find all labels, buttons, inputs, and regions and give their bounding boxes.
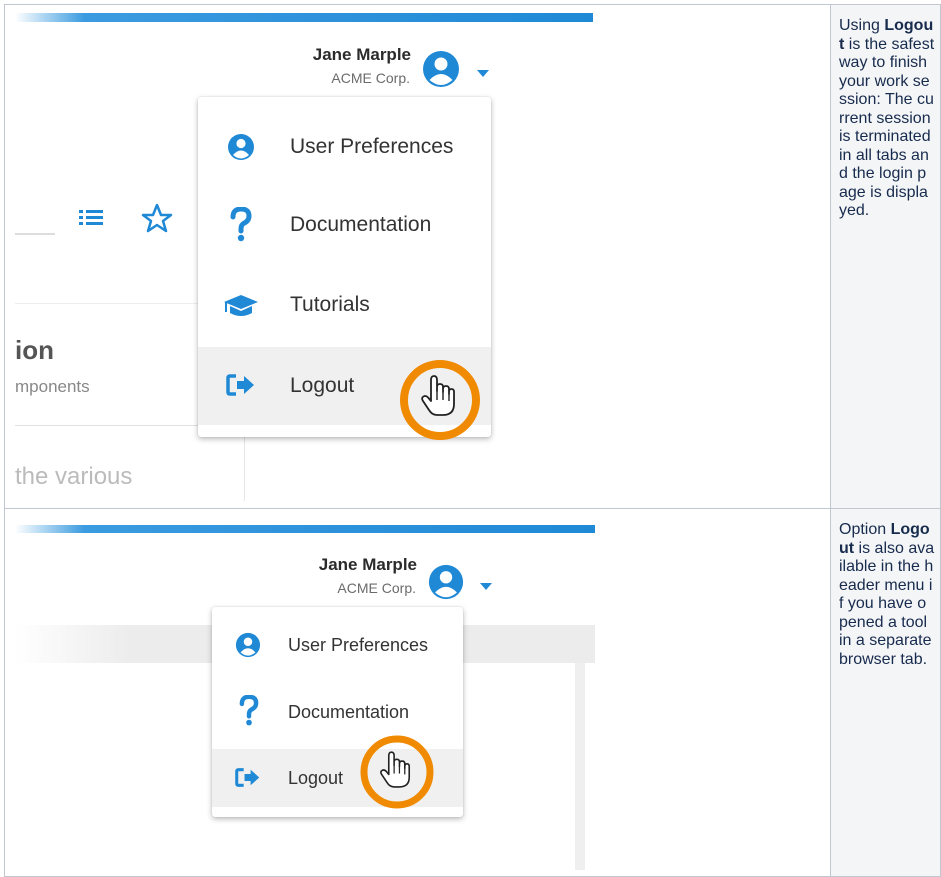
chevron-down-icon[interactable] — [477, 65, 489, 83]
menu-item-user-preferences[interactable]: User Preferences — [212, 615, 463, 675]
graduation-cap-icon — [223, 293, 259, 324]
background-subheading: mponents — [15, 377, 90, 396]
table-cell-screenshot-1: ion mponents the various Jane Marple ACM… — [4, 4, 830, 508]
star-icon — [141, 203, 173, 238]
description-text: is also available in the header menu if … — [839, 539, 935, 668]
background-heading: ion — [15, 335, 54, 365]
user-name: Jane Marple — [318, 555, 417, 574]
user-organization: ACME Corp. — [331, 70, 410, 86]
menu-item-label: Documentation — [290, 213, 432, 236]
sign-out-icon — [226, 373, 256, 402]
description-text: Using — [839, 17, 885, 34]
background-divider-2 — [15, 425, 225, 426]
table-cell-description-1: Using Logout is the safest way to finish… — [830, 4, 941, 508]
menu-item-documentation[interactable]: Documentation — [198, 187, 491, 263]
screenshot-logout-header-menu: Jane Marple ACME Corp. User Preferences — [15, 525, 595, 870]
table-cell-description-2: Option Logout is also available in the h… — [830, 508, 941, 877]
hand-pointer-icon — [420, 374, 456, 423]
screenshot-logout-menu: ion mponents the various Jane Marple ACM… — [15, 13, 593, 501]
hand-pointer-icon — [379, 750, 411, 795]
question-mark-icon — [239, 694, 259, 732]
menu-item-label: Documentation — [288, 701, 410, 722]
menu-item-label: Tutorials — [290, 293, 370, 316]
user-circle-icon — [235, 632, 261, 663]
menu-item-label: User Preferences — [288, 634, 429, 655]
list-view-icon — [77, 206, 105, 235]
description-text: Option — [839, 521, 891, 538]
table-cell-screenshot-2: Jane Marple ACME Corp. User Preferences — [4, 508, 830, 877]
header-accent-bar — [15, 525, 595, 533]
menu-item-tutorials[interactable]: Tutorials — [198, 267, 491, 343]
menu-item-label: Logout — [288, 767, 344, 788]
question-mark-icon — [230, 206, 252, 248]
user-name: Jane Marple — [312, 45, 411, 64]
menu-item-label: Logout — [290, 374, 355, 397]
content-table: ion mponents the various Jane Marple ACM… — [4, 4, 941, 877]
chevron-down-icon[interactable] — [480, 578, 492, 596]
user-avatar-icon[interactable] — [427, 563, 465, 606]
sign-out-icon — [235, 767, 261, 793]
menu-item-user-preferences[interactable]: User Preferences — [198, 109, 491, 185]
user-circle-icon — [227, 133, 255, 166]
background-divider — [15, 233, 55, 235]
description-paragraph: Using Logout is the safest way to finish… — [839, 17, 935, 221]
menu-item-label: User Preferences — [290, 135, 454, 158]
user-avatar-icon[interactable] — [421, 49, 461, 94]
header-accent-bar — [15, 13, 593, 22]
user-organization: ACME Corp. — [337, 580, 416, 596]
description-paragraph: Option Logout is also available in the h… — [839, 521, 935, 669]
description-text: is the safest way to finish your work se… — [839, 35, 935, 220]
background-text: the various — [15, 463, 133, 490]
